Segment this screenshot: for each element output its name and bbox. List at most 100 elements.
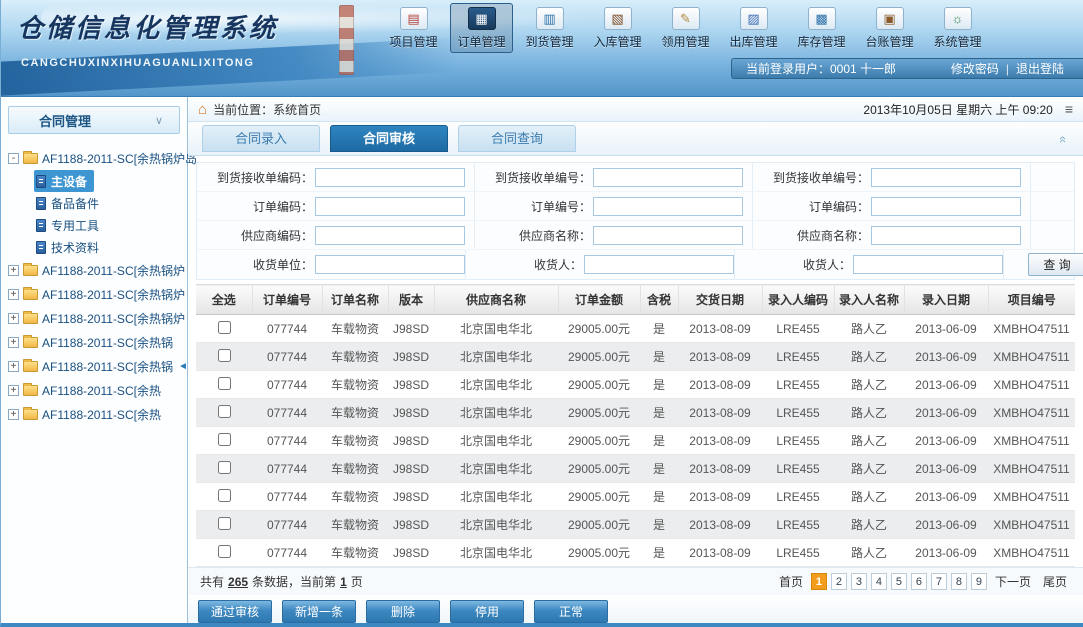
search-field-input[interactable] bbox=[593, 197, 743, 216]
row-checkbox[interactable] bbox=[218, 321, 231, 334]
search-field-input[interactable] bbox=[871, 168, 1021, 187]
tree-doc-item[interactable]: 主设备 bbox=[34, 170, 94, 192]
page-number-7[interactable]: 7 bbox=[931, 573, 947, 590]
table-cell: J98SD bbox=[388, 399, 434, 427]
tab-entry[interactable]: 合同录入 bbox=[202, 125, 320, 152]
table-cell: XMBHO47511 bbox=[988, 511, 1075, 539]
folder-icon bbox=[23, 361, 38, 372]
page-number-6[interactable]: 6 bbox=[911, 573, 927, 590]
first-page-link[interactable]: 首页 bbox=[779, 573, 803, 590]
column-header: 供应商名称 bbox=[434, 285, 558, 315]
tree-doc-item[interactable]: 技术资料 bbox=[34, 236, 106, 258]
collapse-icon[interactable]: - bbox=[8, 153, 19, 164]
table-cell: LRE455 bbox=[762, 343, 834, 371]
search-field-input[interactable] bbox=[871, 226, 1021, 245]
row-select-cell bbox=[196, 483, 252, 511]
panel-collapse-icon[interactable]: « bbox=[1056, 136, 1071, 143]
search-field-input[interactable] bbox=[584, 255, 734, 274]
tree-folder-label: AF1188-2011-SC[余热锅 bbox=[42, 334, 173, 351]
page-number-9[interactable]: 9 bbox=[971, 573, 987, 590]
table-cell: 29005.00元 bbox=[558, 315, 640, 343]
expand-icon[interactable]: + bbox=[8, 385, 19, 396]
nav-item-outbound[interactable]: ▨出库管理 bbox=[722, 3, 785, 53]
table-body: 077744车载物资J98SD北京国电华北29005.00元是2013-08-0… bbox=[196, 315, 1075, 567]
expand-icon[interactable]: + bbox=[8, 361, 19, 372]
row-checkbox[interactable] bbox=[218, 405, 231, 418]
tree-folder-item[interactable]: + AF1188-2011-SC[余热锅 bbox=[8, 354, 183, 378]
row-checkbox[interactable] bbox=[218, 433, 231, 446]
tree-folder-item[interactable]: +AF1188-2011-SC[余热 bbox=[8, 402, 183, 426]
table-cell: 是 bbox=[640, 315, 678, 343]
row-checkbox[interactable] bbox=[218, 377, 231, 390]
nav-item-inventory[interactable]: ▩库存管理 bbox=[790, 3, 853, 53]
tree-folder-label: AF1188-2011-SC[余热锅 bbox=[42, 358, 173, 375]
row-checkbox[interactable] bbox=[218, 461, 231, 474]
column-header: 项目编号 bbox=[988, 285, 1075, 315]
nav-item-system[interactable]: ☼系统管理 bbox=[926, 3, 989, 53]
normal-button[interactable]: 正常 bbox=[534, 600, 608, 623]
search-button[interactable]: 查 询 bbox=[1028, 253, 1083, 276]
search-field-input[interactable] bbox=[593, 226, 743, 245]
tree-folder-item[interactable]: +AF1188-2011-SC[余热 bbox=[8, 378, 183, 402]
tree-folder-item[interactable]: +AF1188-2011-SC[余热锅炉 bbox=[8, 258, 183, 282]
expand-icon[interactable]: + bbox=[8, 313, 19, 324]
search-field-input[interactable] bbox=[315, 197, 465, 216]
search-field: 到货接收单编码： bbox=[197, 163, 475, 191]
search-field-label: 收货人： bbox=[735, 256, 851, 273]
nav-item-inbound[interactable]: ▧入库管理 bbox=[586, 3, 649, 53]
page-number-4[interactable]: 4 bbox=[871, 573, 887, 590]
tab-query[interactable]: 合同查询 bbox=[458, 125, 576, 152]
page-number-8[interactable]: 8 bbox=[951, 573, 967, 590]
menu-icon[interactable]: ≡ bbox=[1065, 101, 1073, 117]
sidebar-module-selector[interactable]: 合同管理 ∨ bbox=[8, 106, 180, 134]
nav-item-ledger[interactable]: ▣台账管理 bbox=[858, 3, 921, 53]
expand-icon[interactable]: + bbox=[8, 337, 19, 348]
page-number-1[interactable]: 1 bbox=[811, 573, 827, 590]
tree-doc-item[interactable]: 备品备件 bbox=[34, 192, 106, 214]
row-checkbox[interactable] bbox=[218, 545, 231, 558]
column-header: 全选 bbox=[196, 285, 252, 315]
search-field-input[interactable] bbox=[853, 255, 1003, 274]
search-field-input[interactable] bbox=[315, 226, 465, 245]
next-page-link[interactable]: 下一页 bbox=[995, 573, 1031, 590]
search-field-input[interactable] bbox=[315, 168, 465, 187]
row-checkbox[interactable] bbox=[218, 489, 231, 502]
table-cell: 077744 bbox=[252, 371, 322, 399]
disable-button[interactable]: 停用 bbox=[450, 600, 524, 623]
add-button[interactable]: 新增一条 bbox=[282, 600, 356, 623]
table-cell: XMBHO47511 bbox=[988, 371, 1075, 399]
change-password-link[interactable]: 修改密码 bbox=[951, 60, 999, 77]
approve-button[interactable]: 通过审核 bbox=[198, 600, 272, 623]
search-field-input[interactable] bbox=[315, 255, 465, 274]
row-checkbox[interactable] bbox=[218, 517, 231, 530]
summary-mid: 条数据，当前第 bbox=[252, 573, 336, 590]
logout-link[interactable]: 退出登陆 bbox=[1016, 60, 1064, 77]
search-field-input[interactable] bbox=[871, 197, 1021, 216]
tree-folder-item[interactable]: + AF1188-2011-SC[余热锅 bbox=[8, 330, 183, 354]
expand-icon[interactable]: + bbox=[8, 289, 19, 300]
nav-item-project[interactable]: ▤项目管理 bbox=[382, 3, 445, 53]
page-number-2[interactable]: 2 bbox=[831, 573, 847, 590]
page-number-3[interactable]: 3 bbox=[851, 573, 867, 590]
sidebar-collapse-handle[interactable]: ◄ bbox=[177, 349, 189, 383]
table-cell: 是 bbox=[640, 427, 678, 455]
nav-item-label: 出库管理 bbox=[729, 33, 777, 50]
tree-folder-item[interactable]: -AF1188-2011-SC[余热锅炉岛 bbox=[8, 146, 183, 170]
search-field-label: 订单编码： bbox=[197, 198, 313, 215]
nav-item-order[interactable]: ▦订单管理 bbox=[450, 3, 513, 53]
nav-item-arrival[interactable]: ▥到货管理 bbox=[518, 3, 581, 53]
expand-icon[interactable]: + bbox=[8, 265, 19, 276]
tree-doc-item[interactable]: 专用工具 bbox=[34, 214, 106, 236]
page-number-5[interactable]: 5 bbox=[891, 573, 907, 590]
table-row: 077744车载物资J98SD北京国电华北29005.00元是2013-08-0… bbox=[196, 483, 1075, 511]
search-field-input[interactable] bbox=[593, 168, 743, 187]
table-cell: XMBHO47511 bbox=[988, 427, 1075, 455]
tree-folder-item[interactable]: +AF1188-2011-SC[余热锅炉 bbox=[8, 282, 183, 306]
tab-review[interactable]: 合同审核 bbox=[330, 125, 448, 152]
tree-folder-item[interactable]: +AF1188-2011-SC[余热锅炉 bbox=[8, 306, 183, 330]
delete-button[interactable]: 删除 bbox=[366, 600, 440, 623]
last-page-link[interactable]: 尾页 bbox=[1043, 573, 1067, 590]
row-checkbox[interactable] bbox=[218, 349, 231, 362]
expand-icon[interactable]: + bbox=[8, 409, 19, 420]
nav-item-requisition[interactable]: ✎领用管理 bbox=[654, 3, 717, 53]
